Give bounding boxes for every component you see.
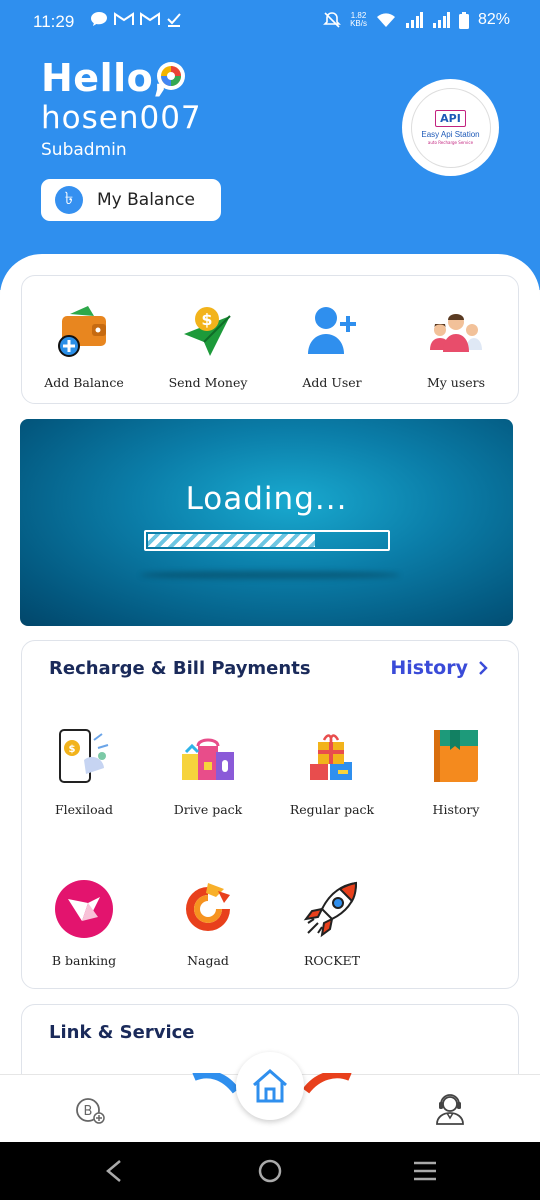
- color-wheel-icon[interactable]: [157, 62, 185, 90]
- task-check-icon: [167, 13, 181, 27]
- service-label: ROCKET: [303, 953, 361, 968]
- recharge-section-title: Recharge & Bill Payments: [49, 658, 311, 679]
- battery-icon: [458, 11, 469, 29]
- logo-tagline: auto Recharge Service: [427, 140, 474, 145]
- signal-icon: [405, 12, 423, 28]
- svg-text:$: $: [69, 744, 76, 755]
- flexiload-icon: $: [59, 729, 109, 783]
- b-banking-button[interactable]: B banking: [22, 879, 146, 979]
- logo-name: Easy Api Station: [421, 130, 480, 139]
- service-label: Drive pack: [173, 802, 243, 817]
- regular-pack-icon: [310, 734, 352, 780]
- drive-pack-button[interactable]: Drive pack: [146, 726, 270, 826]
- history-book-icon: [434, 730, 478, 782]
- regular-pack-button[interactable]: Regular pack: [270, 726, 394, 826]
- username: hosen007: [41, 100, 202, 136]
- service-label: Regular pack: [289, 802, 375, 817]
- users-group-icon: [430, 314, 482, 352]
- signal-icon-2: [432, 12, 450, 28]
- my-balance-label: My Balance: [97, 190, 195, 210]
- banner-shadow: [140, 571, 400, 579]
- loading-text: Loading...: [185, 481, 348, 517]
- history-link[interactable]: History: [390, 657, 488, 679]
- rocket-icon: [303, 881, 358, 938]
- status-bar: 11:29 1.82 KB/s 82%: [0, 0, 540, 44]
- gmail-icon-2: [140, 12, 160, 25]
- quick-action-label: Add Balance: [44, 375, 124, 390]
- nav-decor-right: [302, 1073, 352, 1094]
- home-button[interactable]: [236, 1052, 304, 1120]
- svg-text:B: B: [84, 1104, 93, 1119]
- progress-fill: [148, 534, 315, 547]
- link-service-title: Link & Service: [49, 1022, 195, 1043]
- brand-logo[interactable]: API Easy Api Station auto Recharge Servi…: [402, 79, 499, 176]
- recents-menu-icon[interactable]: [412, 1159, 438, 1183]
- user-role: Subadmin: [41, 140, 127, 160]
- nav-decor-left: [192, 1073, 240, 1094]
- progress-bar: [144, 530, 390, 551]
- chat-bubble-icon: [91, 12, 107, 26]
- chevron-right-icon: [479, 661, 488, 675]
- nagad-button[interactable]: Nagad: [146, 879, 270, 979]
- wallet-add-icon: [58, 306, 106, 357]
- net-speed: 1.82 KB/s: [350, 11, 367, 28]
- logo-badge: API: [435, 110, 466, 127]
- quick-actions-card: Add Balance $ Send Money Add User My use…: [21, 275, 519, 404]
- logo-inner: API Easy Api Station auto Recharge Servi…: [410, 87, 491, 168]
- my-users-button[interactable]: My users: [394, 276, 518, 405]
- send-money-icon: $: [184, 307, 231, 356]
- add-balance-button[interactable]: Add Balance: [22, 276, 146, 405]
- loading-banner[interactable]: Loading...: [20, 419, 513, 626]
- add-user-button[interactable]: Add User: [270, 276, 394, 405]
- service-label: History: [432, 802, 480, 817]
- home-icon: [253, 1069, 287, 1103]
- status-time: 11:29: [33, 12, 75, 31]
- support-agent-icon[interactable]: [434, 1091, 466, 1125]
- battery-percent: 82%: [477, 11, 510, 28]
- service-label: B banking: [51, 953, 117, 968]
- back-icon[interactable]: [104, 1159, 124, 1183]
- quick-action-label: Add User: [302, 375, 362, 390]
- flexiload-button[interactable]: $ Flexiload: [22, 726, 146, 826]
- system-icons: 1.82 KB/s 82%: [323, 11, 510, 29]
- recharge-card: Recharge & Bill Payments History $ Flexi…: [21, 640, 519, 989]
- bkash-icon: [55, 880, 113, 938]
- quick-action-label: My users: [426, 375, 486, 390]
- nagad-icon: [186, 883, 230, 931]
- greeting: Hello,: [41, 56, 169, 100]
- service-label: Nagad: [187, 953, 229, 968]
- wifi-icon: [376, 13, 395, 27]
- my-balance-button[interactable]: ৳ My Balance: [41, 179, 221, 221]
- gmail-icon: [114, 12, 134, 25]
- quick-action-label: Send Money: [168, 375, 248, 390]
- mute-bell-icon: [323, 12, 341, 28]
- home-circle-icon[interactable]: [258, 1159, 282, 1183]
- drive-pack-icon: [182, 738, 234, 780]
- add-user-icon: [308, 307, 356, 354]
- svg-text:$: $: [201, 310, 212, 329]
- taka-icon: ৳: [55, 186, 83, 214]
- rocket-button[interactable]: ROCKET: [270, 879, 394, 979]
- notification-icons: [90, 11, 182, 27]
- system-navigation-bar: [0, 1142, 540, 1200]
- send-money-button[interactable]: $ Send Money: [146, 276, 270, 405]
- history-link-label: History: [390, 657, 468, 679]
- service-label: Flexiload: [54, 802, 114, 817]
- history-button[interactable]: History: [394, 726, 518, 826]
- wallet-coin-icon[interactable]: B: [74, 1094, 106, 1126]
